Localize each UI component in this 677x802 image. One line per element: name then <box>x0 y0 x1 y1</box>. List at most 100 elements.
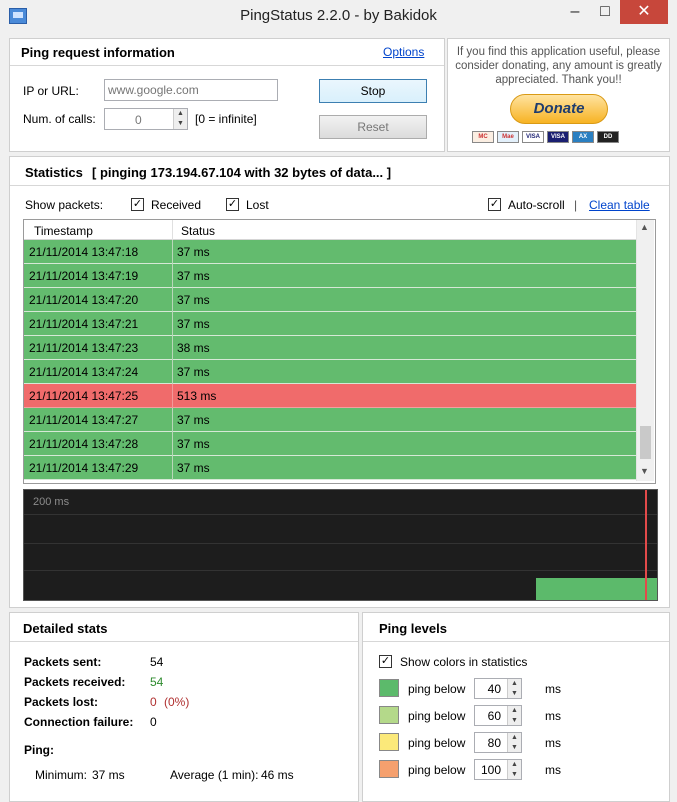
show-colors-checkbox[interactable]: ✓ <box>379 655 392 668</box>
detailed-stats-heading: Detailed stats <box>23 621 108 636</box>
ip-label: IP or URL: <box>23 84 79 98</box>
row-divider <box>172 264 173 288</box>
level-threshold-stepper[interactable]: 80 ▲ ▼ <box>474 732 522 753</box>
options-link[interactable]: Options <box>383 45 424 59</box>
graph-ping-area <box>536 578 657 600</box>
scroll-up-icon[interactable]: ▲ <box>640 222 649 232</box>
row-status: 37 ms <box>177 413 210 427</box>
chevron-down-icon[interactable]: ▼ <box>507 688 521 698</box>
ip-input[interactable] <box>104 79 278 101</box>
chevron-up-icon[interactable]: ▲ <box>507 760 521 770</box>
stop-button[interactable]: Stop <box>319 79 427 103</box>
divider <box>10 65 444 66</box>
maximize-button[interactable]: □ <box>590 0 620 24</box>
calls-stepper[interactable]: 0 ▲ ▼ <box>104 108 188 130</box>
chevron-up-icon[interactable]: ▲ <box>507 733 521 743</box>
chevron-up-icon[interactable]: ▲ <box>507 679 521 689</box>
level-unit: ms <box>545 709 561 723</box>
graph-gridline <box>24 543 657 544</box>
chevron-up-icon[interactable]: ▲ <box>507 706 521 716</box>
row-timestamp: 21/11/2014 13:47:28 <box>29 437 139 451</box>
visa-electron-icon: VISA <box>547 131 569 143</box>
row-status: 37 ms <box>177 437 210 451</box>
clean-table-link[interactable]: Clean table <box>589 198 650 212</box>
level-unit: ms <box>545 682 561 696</box>
packets-table: Timestamp Status 21/11/2014 13:47:18 37 m… <box>23 219 656 484</box>
minimum-label: Minimum: <box>35 768 88 782</box>
statistics-status: [ pinging 173.194.67.104 with 32 bytes o… <box>92 165 392 180</box>
scroll-thumb[interactable] <box>640 426 651 459</box>
row-divider <box>172 456 173 480</box>
scroll-down-icon[interactable]: ▼ <box>640 466 649 476</box>
payment-cards: MC Mae VISA VISA AX DD <box>472 131 647 145</box>
packets-lost-label: Packets lost: <box>24 695 99 709</box>
lost-checkbox[interactable]: ✓ <box>226 198 239 211</box>
chevron-down-icon[interactable]: ▼ <box>173 119 187 129</box>
lost-label: Lost <box>246 198 269 212</box>
packets-lost-value: 0 <box>150 695 157 709</box>
level-color-swatch[interactable] <box>379 679 399 697</box>
row-divider <box>172 360 173 384</box>
level-color-swatch[interactable] <box>379 706 399 724</box>
amex-icon: AX <box>572 131 594 143</box>
chevron-down-icon[interactable]: ▼ <box>507 742 521 752</box>
level-label: ping below <box>408 682 466 696</box>
autoscroll-checkbox[interactable]: ✓ <box>488 198 501 211</box>
column-header-timestamp[interactable]: Timestamp <box>34 224 93 238</box>
table-row[interactable]: 21/11/2014 13:47:23 38 ms <box>24 336 636 360</box>
level-threshold-stepper[interactable]: 60 ▲ ▼ <box>474 705 522 726</box>
statistics-heading: Statistics <box>25 165 83 180</box>
level-threshold-stepper[interactable]: 40 ▲ ▼ <box>474 678 522 699</box>
chevron-down-icon[interactable]: ▼ <box>507 715 521 725</box>
minimize-button[interactable]: – <box>560 0 590 24</box>
row-status: 38 ms <box>177 341 210 355</box>
donate-panel: If you find this application useful, ple… <box>447 38 670 152</box>
table-row[interactable]: 21/11/2014 13:47:20 37 ms <box>24 288 636 312</box>
close-button[interactable]: ✕ <box>620 0 668 24</box>
table-row[interactable]: 21/11/2014 13:47:28 37 ms <box>24 432 636 456</box>
table-row[interactable]: 21/11/2014 13:47:27 37 ms <box>24 408 636 432</box>
minimum-value: 37 ms <box>92 768 125 782</box>
reset-button[interactable]: Reset <box>319 115 427 139</box>
packets-received-label: Packets received: <box>24 675 126 689</box>
column-divider <box>172 220 173 240</box>
autoscroll-label: Auto-scroll <box>508 198 565 212</box>
table-row[interactable]: 21/11/2014 13:47:29 37 ms <box>24 456 636 480</box>
level-threshold-value: 80 <box>487 736 501 750</box>
table-row[interactable]: 21/11/2014 13:47:18 37 ms <box>24 240 636 264</box>
level-color-swatch[interactable] <box>379 760 399 778</box>
table-row[interactable]: 21/11/2014 13:47:25 513 ms <box>24 384 636 408</box>
table-body: 21/11/2014 13:47:18 37 ms 21/11/2014 13:47… <box>24 240 636 483</box>
title-bar: PingStatus 2.2.0 - by Bakidok – □ ✕ <box>0 0 677 32</box>
direct-debit-icon: DD <box>597 131 619 143</box>
ping-level-list: ping below 40 ▲ ▼ ms ping below 60 ▲ ▼ ms ping bel… <box>363 678 669 799</box>
ping-request-heading: Ping request information <box>21 45 175 60</box>
graph-gridline <box>24 570 657 571</box>
graph-scale-label: 200 ms <box>33 496 70 508</box>
row-timestamp: 21/11/2014 13:47:25 <box>29 389 139 403</box>
graph-lost-spike <box>645 490 647 600</box>
row-divider <box>172 384 173 408</box>
packets-received-value: 54 <box>150 675 164 689</box>
level-color-swatch[interactable] <box>379 733 399 751</box>
received-checkbox[interactable]: ✓ <box>131 198 144 211</box>
mastercard-icon: MC <box>472 131 494 143</box>
donate-button[interactable]: Donate <box>510 94 608 124</box>
table-scrollbar[interactable]: ▲ ▼ <box>636 220 654 481</box>
table-row[interactable]: 21/11/2014 13:47:19 37 ms <box>24 264 636 288</box>
ping-levels-heading: Ping levels <box>379 621 447 636</box>
show-packets-label: Show packets: <box>25 198 104 212</box>
column-header-status[interactable]: Status <box>181 224 215 238</box>
calls-value: 0 <box>135 113 142 127</box>
row-status: 37 ms <box>177 269 210 283</box>
chevron-down-icon[interactable]: ▼ <box>507 769 521 779</box>
ping-request-panel: Ping request information Options IP or U… <box>9 38 445 152</box>
row-status: 37 ms <box>177 245 210 259</box>
average-1min-label: Average (1 min): <box>170 768 259 782</box>
level-threshold-stepper[interactable]: 100 ▲ ▼ <box>474 759 522 780</box>
table-row[interactable]: 21/11/2014 13:47:24 37 ms <box>24 360 636 384</box>
chevron-up-icon[interactable]: ▲ <box>173 109 187 119</box>
table-row[interactable]: 21/11/2014 13:47:21 37 ms <box>24 312 636 336</box>
statistics-panel: Statistics [ pinging 173.194.67.104 with… <box>9 156 670 608</box>
row-status: 37 ms <box>177 317 210 331</box>
